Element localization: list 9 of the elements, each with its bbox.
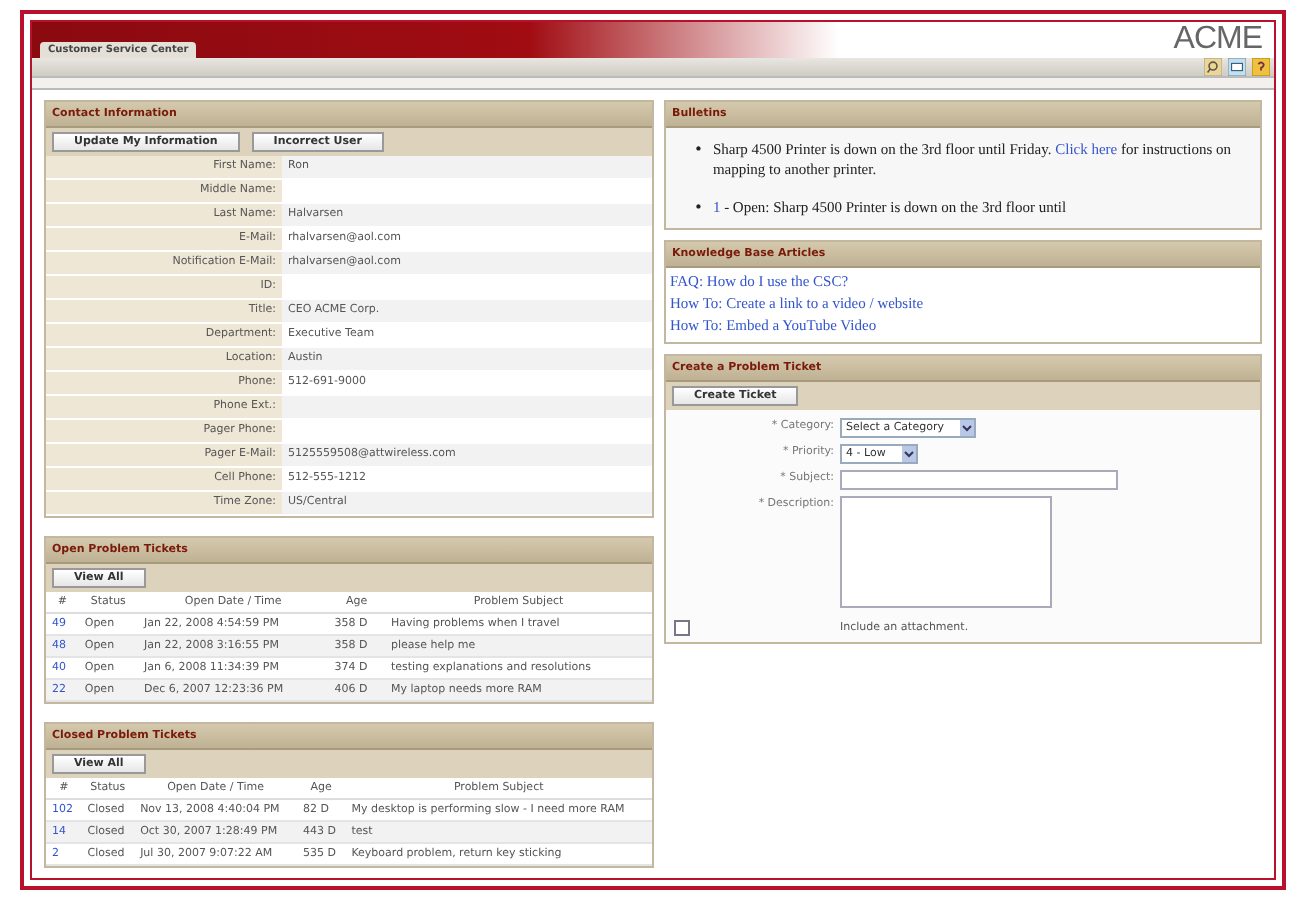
help-icon[interactable] xyxy=(1252,58,1270,76)
logo: ACME xyxy=(1173,22,1262,58)
description-field[interactable] xyxy=(840,496,1052,609)
search-icon[interactable] xyxy=(1204,58,1222,76)
chevron-icon xyxy=(959,420,974,437)
attachment-checkbox[interactable] xyxy=(674,620,690,637)
subject-field[interactable] xyxy=(840,470,1118,491)
chevron-icon xyxy=(901,446,916,463)
window-icon[interactable] xyxy=(1228,58,1246,76)
